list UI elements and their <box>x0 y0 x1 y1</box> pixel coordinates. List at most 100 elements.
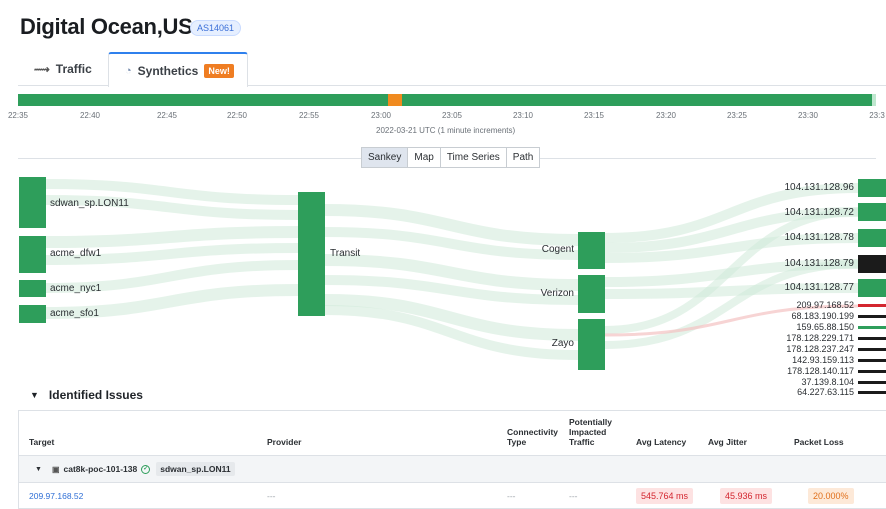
time-tick: 23:05 <box>441 111 463 120</box>
issues-title: Identified Issues <box>48 388 143 402</box>
col-impacted-traffic[interactable]: Potentially Impacted Traffic <box>569 417 612 447</box>
view-tab-map[interactable]: Map <box>407 147 441 168</box>
sankey-label: acme_dfw1 <box>50 248 102 259</box>
col-avg-jitter[interactable]: Avg Jitter <box>708 437 747 447</box>
new-badge: New! <box>204 63 234 78</box>
sankey-node-104-131-128-96 <box>858 179 886 197</box>
time-tick: 23:00 <box>370 111 392 120</box>
time-tick: 23:30 <box>797 111 819 120</box>
table-group-row[interactable]: ▼ ▣ cat8k-poc-101-138 ✓ sdwan_sp.LON11 <box>19 456 886 483</box>
sankey-node-159-65-88-150 <box>858 326 886 329</box>
col-target[interactable]: Target <box>29 437 54 447</box>
sankey-node-142-93-159-113 <box>858 359 886 362</box>
table-header: Target Provider Connectivity Type Potent… <box>19 411 886 456</box>
col-impacted-line3: Traffic <box>569 437 595 447</box>
sankey-node-178-128-140-117 <box>858 370 886 373</box>
col-packet-loss[interactable]: Packet Loss <box>794 437 844 447</box>
col-connectivity[interactable]: Connectivity Type <box>507 427 558 447</box>
col-connectivity-line2: Type <box>507 437 527 447</box>
sankey-node-178-128-229-171 <box>858 337 886 340</box>
tab-traffic[interactable]: ⟿ Traffic <box>18 52 108 86</box>
target-link[interactable]: 209.97.168.52 <box>29 491 83 501</box>
sankey-node-209-97-168-52 <box>858 304 886 307</box>
sankey-label: acme_nyc1 <box>50 283 102 294</box>
tab-synthetics[interactable]: ◔ Synthetics New! <box>108 52 248 87</box>
table-row: 209.97.168.52 --- --- --- 545.764 ms 45.… <box>19 483 886 509</box>
tab-synthetics-label: Synthetics <box>137 63 199 78</box>
time-tick: 22:50 <box>226 111 248 120</box>
sankey-node-zayo <box>578 319 605 370</box>
sankey-diagram: sdwan_sp.LON11 acme_dfw1 acme_nyc1 acme_… <box>0 170 886 397</box>
sankey-node-178-128-237-247 <box>858 348 886 351</box>
sankey-label: 104.131.128.72 <box>784 207 854 218</box>
time-tick: 23:10 <box>512 111 534 120</box>
device-name: ▣ cat8k-poc-101-138 ✓ <box>51 464 151 474</box>
sankey-label: 104.131.128.78 <box>784 232 854 243</box>
check-circle-icon: ✓ <box>141 464 151 474</box>
sankey-label: 104.131.128.96 <box>784 182 854 193</box>
time-slider[interactable] <box>18 94 876 106</box>
device-label: cat8k-poc-101-138 <box>63 464 138 474</box>
sankey-label: 68.183.190.199 <box>791 311 854 321</box>
col-impacted-line2: Impacted <box>569 427 607 437</box>
time-tick: 23:25 <box>726 111 748 120</box>
time-tick: 22:40 <box>79 111 101 120</box>
sankey-node-64-227-63-115 <box>858 391 886 394</box>
time-slider-end <box>872 94 876 106</box>
time-tick: 23:3 <box>869 111 885 120</box>
sankey-node-verizon <box>578 275 605 313</box>
tab-traffic-label: Traffic <box>55 62 92 76</box>
sankey-node-37-139-8-104 <box>858 381 886 384</box>
time-axis-label: 2022-03-21 UTC (1 minute increments) <box>376 126 516 135</box>
time-tick: 22:35 <box>7 111 29 120</box>
view-tab-time-series[interactable]: Time Series <box>439 147 507 168</box>
caret-down-icon[interactable]: ▼ <box>35 466 42 473</box>
time-tick: 22:45 <box>156 111 178 120</box>
sankey-node-104-131-128-78 <box>858 229 886 247</box>
time-tick: 23:20 <box>655 111 677 120</box>
provider-cell: --- <box>267 491 276 501</box>
sankey-label: 159.65.88.150 <box>796 322 854 332</box>
packet-loss-badge: 20.000% <box>808 488 854 504</box>
col-connectivity-line1: Connectivity <box>507 427 559 437</box>
sankey-label: 37.139.8.104 <box>801 377 854 387</box>
sankey-label: 209.97.168.52 <box>796 300 854 310</box>
sankey-node-acme-dfw1 <box>19 236 46 273</box>
impacted-cell: --- <box>569 491 578 501</box>
sankey-label: Verizon <box>540 288 574 299</box>
view-tab-sankey[interactable]: Sankey <box>361 147 409 168</box>
sankey-label: acme_sfo1 <box>50 308 99 319</box>
site-chip: sdwan_sp.LON11 <box>156 462 235 476</box>
sankey-label: Zayo <box>551 338 574 349</box>
sankey-label: Transit <box>330 248 361 259</box>
selected-time-slot[interactable] <box>388 94 402 106</box>
sankey-node-104-131-128-77 <box>858 279 886 297</box>
sankey-label: 104.131.128.77 <box>784 282 854 293</box>
tab-bar: ⟿ Traffic ◔ Synthetics New! <box>18 52 886 87</box>
issues-section-toggle[interactable]: ▼ Identified Issues <box>30 388 143 402</box>
view-tab-path[interactable]: Path <box>505 147 541 168</box>
asn-badge: AS14061 <box>190 20 242 36</box>
time-tick: 23:15 <box>583 111 605 120</box>
sankey-node-cogent <box>578 232 605 269</box>
sankey-label: 178.128.237.247 <box>786 344 854 354</box>
page-title: Digital Ocean,US <box>20 14 193 39</box>
sankey-label: 178.128.140.117 <box>787 366 854 376</box>
col-provider[interactable]: Provider <box>267 437 302 447</box>
sankey-node-acme-sfo1 <box>19 305 46 323</box>
col-avg-latency[interactable]: Avg Latency <box>636 437 686 447</box>
synthetics-icon: ◔ <box>125 64 132 77</box>
sankey-label: 64.227.63.115 <box>797 387 854 397</box>
time-axis: 22:35 22:40 22:45 22:50 22:55 23:00 23:0… <box>0 111 886 125</box>
sankey-label: 142.93.159.113 <box>792 355 854 365</box>
view-switcher: Sankey Map Time Series Path <box>361 147 541 168</box>
sankey-node-acme-nyc1 <box>19 280 46 297</box>
sankey-node-104-131-128-79 <box>858 255 886 273</box>
sankey-node-transit <box>298 192 325 316</box>
time-tick: 22:55 <box>298 111 320 120</box>
sankey-node-104-131-128-72 <box>858 203 886 221</box>
jitter-badge: 45.936 ms <box>720 488 773 504</box>
device-icon: ▣ <box>51 464 60 474</box>
sankey-svg <box>19 177 886 394</box>
traffic-icon: ⟿ <box>34 63 50 76</box>
